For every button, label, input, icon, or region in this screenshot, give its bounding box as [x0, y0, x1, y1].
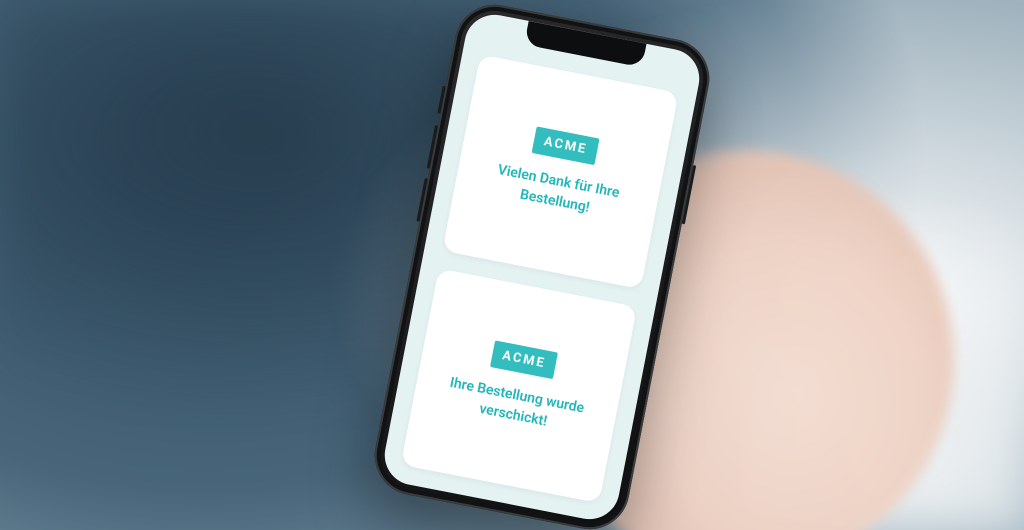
brand-logo: ACME [490, 340, 558, 379]
brand-logo: ACME [532, 126, 600, 165]
scene-background: ACME Vielen Dank für Ihre Bestellung! AC… [0, 0, 1024, 530]
notification-card-order-shipped[interactable]: ACME Ihre Bestellung wurde verschickt! [401, 268, 637, 503]
card-message: Ihre Bestellung wurde verschickt! [428, 370, 602, 441]
notification-card-order-thanks[interactable]: ACME Vielen Dank für Ihre Bestellung! [442, 54, 678, 289]
card-message: Vielen Dank für Ihre Bestellung! [469, 156, 643, 227]
